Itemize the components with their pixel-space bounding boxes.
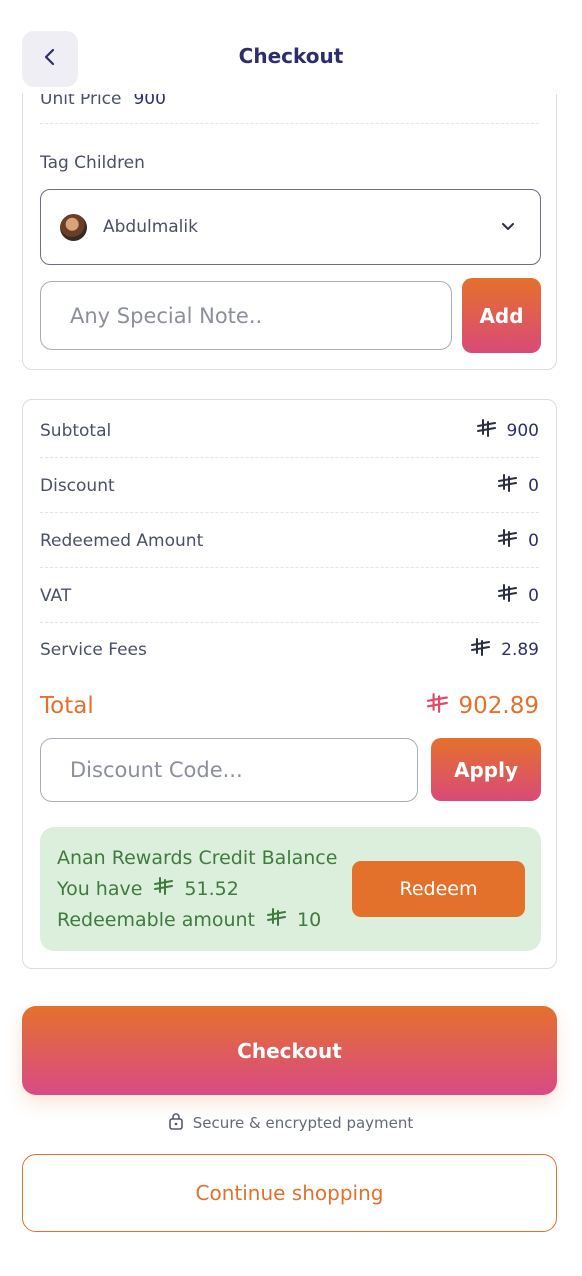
riyal-icon [471,638,491,661]
subtotal-row: Subtotal 900 [40,419,539,442]
riyal-icon [498,474,518,497]
tag-children-select[interactable]: Abdulmalik [40,189,541,265]
total-value: 902.89 [458,693,539,719]
child-avatar [60,213,87,241]
order-summary-card: Subtotal 900 Discount 0 Redeemed Amount … [22,399,557,969]
riyal-icon [476,419,497,442]
special-note-input[interactable] [40,281,452,350]
item-card: Unit Price900 Tag Children Abdulmalik Ad… [22,60,557,370]
vat-row: VAT 0 [40,584,539,607]
discount-row: Discount 0 [40,474,539,497]
vat-value: 0 [528,585,539,606]
rewards-redeemable-label: Redeemable amount [57,908,256,931]
total-row: Total 902.89 [40,693,539,719]
header: Checkout [0,0,582,94]
riyal-icon [267,908,287,931]
riyal-icon [426,693,449,719]
lock-icon [168,1112,193,1134]
rewards-panel: Anan Rewards Credit Balance You have 51.… [40,827,541,951]
rewards-title: Anan Rewards Credit Balance [57,847,338,869]
rewards-redeemable: Redeemable amount 10 [57,908,321,931]
divider [40,567,539,568]
divider [40,622,539,623]
divider [40,123,539,124]
discount-label: Discount [40,475,115,496]
chevron-down-icon [500,218,516,238]
rewards-balance: You have 51.52 [57,877,239,900]
redeemed-value: 0 [528,530,539,551]
redeem-button[interactable]: Redeem [352,861,525,917]
secure-payment-note: Secure & encrypted payment [0,1112,582,1134]
add-note-button[interactable]: Add [462,278,541,353]
selected-child-name: Abdulmalik [103,217,198,237]
continue-shopping-button[interactable]: Continue shopping [22,1154,557,1232]
divider [40,457,539,458]
riyal-icon [498,529,518,552]
rewards-balance-value: 51.52 [184,877,239,900]
riyal-icon [498,584,518,607]
redeemed-amount-row: Redeemed Amount 0 [40,529,539,552]
service-fees-row: Service Fees 2.89 [40,638,539,661]
secure-payment-text: Secure & encrypted payment [192,1114,414,1132]
riyal-icon [154,877,174,900]
rewards-redeemable-value: 10 [297,908,322,931]
subtotal-value: 900 [506,420,539,441]
page-title: Checkout [238,44,344,68]
discount-value: 0 [528,475,539,496]
checkout-button[interactable]: Checkout [22,1006,557,1095]
service-fees-label: Service Fees [40,639,147,660]
discount-code-input[interactable] [40,738,418,802]
rewards-balance-label: You have [57,877,143,900]
tag-children-label: Tag Children [40,153,145,173]
subtotal-label: Subtotal [40,420,112,441]
service-fees-value: 2.89 [501,639,539,660]
total-label: Total [40,693,94,719]
redeemed-label: Redeemed Amount [40,530,204,551]
vat-label: VAT [40,585,72,606]
apply-discount-button[interactable]: Apply [431,738,541,801]
divider [40,512,539,513]
